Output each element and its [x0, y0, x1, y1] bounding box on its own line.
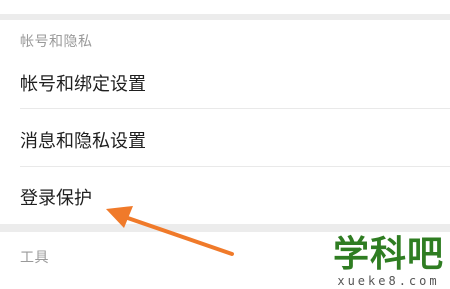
section-header-account-privacy: 帐号和隐私	[20, 34, 93, 50]
divider	[20, 166, 450, 167]
login-protection-item[interactable]: 登录保护	[0, 168, 450, 225]
watermark-logo: 学科吧	[332, 233, 444, 275]
message-privacy-settings-item[interactable]: 消息和隐私设置	[0, 111, 450, 168]
section-header-tools: 工具	[20, 250, 49, 266]
message-privacy-settings-label: 消息和隐私设置	[20, 130, 146, 152]
watermark-url: xueke8.com	[337, 274, 440, 288]
login-protection-label: 登录保护	[20, 187, 92, 209]
divider	[20, 108, 450, 109]
section-gap	[0, 224, 450, 232]
watermark: 学科吧 xueke8.com	[333, 234, 444, 288]
account-binding-settings-item[interactable]: 帐号和绑定设置	[0, 54, 450, 111]
previous-section-bottom	[0, 0, 450, 14]
account-privacy-section: 帐号和隐私 帐号和绑定设置 消息和隐私设置 登录保护	[0, 20, 450, 224]
account-binding-settings-label: 帐号和绑定设置	[20, 73, 146, 95]
